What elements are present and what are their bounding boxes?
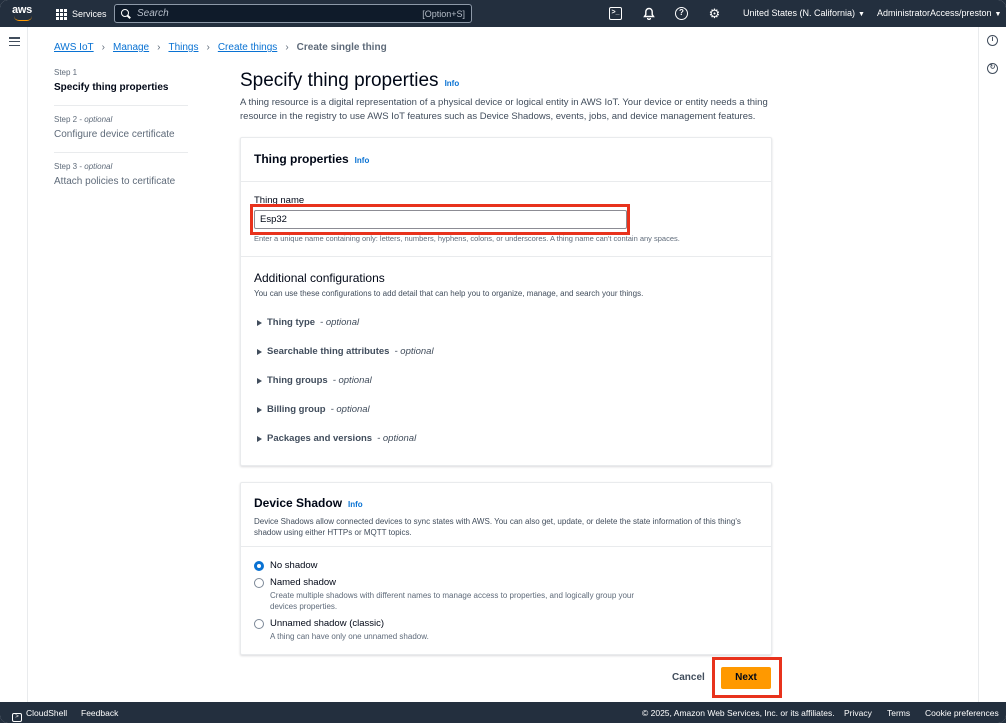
radio-selected-icon [254, 561, 264, 571]
aws-smile-icon [14, 16, 32, 21]
wizard-step-2[interactable]: Step 2 - optional Configure device certi… [54, 115, 188, 153]
breadcrumb-aws-iot[interactable]: AWS IoT [54, 42, 94, 53]
radio-named-shadow[interactable]: Named shadow Create multiple shadows wit… [254, 577, 640, 612]
step-number: Step 3 - optional [54, 162, 113, 171]
expander-packages-versions[interactable]: Packages and versions - optional [257, 433, 416, 444]
breadcrumb: AWS IoT › Manage › Things › Create thing… [54, 42, 387, 53]
radio-unselected-icon [254, 619, 264, 629]
wizard-step-3[interactable]: Step 3 - optional Attach policies to cer… [54, 162, 188, 199]
privacy-link[interactable]: Privacy [844, 708, 872, 718]
feedback-link[interactable]: Feedback [81, 708, 118, 718]
caret-right-icon [257, 406, 262, 413]
wizard-steps: Step 1 Specify thing properties Step 2 -… [54, 68, 188, 208]
breadcrumb-create-things[interactable]: Create things [218, 42, 277, 53]
panel-header: Thing properties Info [241, 138, 771, 182]
caret-right-icon [257, 377, 262, 384]
divider [241, 256, 771, 257]
top-navigation: aws Services Search [Option+S] >_ ? ⚙ Un… [0, 0, 1006, 27]
panel-title: Device Shadow Info [254, 496, 363, 510]
expander-thing-groups[interactable]: Thing groups - optional [257, 375, 372, 386]
aws-logo-text: aws [12, 4, 32, 16]
radio-unselected-icon [254, 578, 264, 588]
step-title: Attach policies to certificate [54, 176, 176, 187]
device-shadow-description: Device Shadows allow connected devices t… [254, 517, 741, 537]
terms-link[interactable]: Terms [887, 708, 910, 718]
info-link[interactable]: Info [445, 79, 460, 88]
device-shadow-panel: Device Shadow Info Device Shadows allow … [240, 482, 772, 655]
caret-down-icon: ▼ [858, 11, 865, 18]
left-rail [0, 27, 28, 702]
chevron-right-icon: › [285, 42, 289, 53]
cloudshell-button[interactable]: > CloudShell [12, 708, 67, 722]
caret-right-icon [257, 348, 262, 355]
region-label: United States (N. California) [743, 8, 856, 18]
info-link[interactable]: Info [348, 500, 363, 509]
info-link[interactable]: Info [355, 156, 370, 165]
bell-icon[interactable] [642, 7, 655, 20]
step-title: Specify thing properties [54, 82, 169, 93]
radio-description: A thing can have only one unnamed shadow… [270, 632, 429, 641]
step-number: Step 2 - optional [54, 115, 113, 124]
region-selector[interactable]: United States (N. California) ▼ [743, 8, 865, 18]
breadcrumb-current: Create single thing [296, 42, 387, 53]
info-panel-icon[interactable]: i [987, 35, 998, 46]
thing-name-label: Thing name [254, 195, 305, 206]
right-rail: i ↻ [978, 27, 1006, 702]
thing-name-input[interactable]: Esp32 [254, 210, 627, 229]
grid-icon [56, 8, 67, 20]
additional-configurations-title: Additional configurations [254, 271, 385, 285]
cloudshell-icon[interactable]: >_ [609, 7, 622, 20]
thing-name-hint: Enter a unique name containing only: let… [254, 234, 680, 243]
cookie-preferences-link[interactable]: Cookie preferences [925, 708, 999, 718]
page-title: Specify thing properties Info [240, 70, 459, 92]
wizard-step-1[interactable]: Step 1 Specify thing properties [54, 68, 188, 106]
radio-unnamed-shadow[interactable]: Unnamed shadow (classic) A thing can hav… [254, 618, 640, 642]
radio-label: No shadow [270, 560, 318, 571]
page-description: A thing resource is a digital representa… [240, 97, 768, 122]
expander-billing-group[interactable]: Billing group - optional [257, 404, 370, 415]
chevron-right-icon: › [206, 42, 210, 53]
radio-no-shadow[interactable]: No shadow [254, 560, 318, 571]
cancel-button[interactable]: Cancel [672, 672, 705, 683]
expander-thing-type[interactable]: Thing type - optional [257, 317, 359, 328]
account-menu[interactable]: AdministratorAccess/preston ▼ [877, 8, 1001, 18]
caret-right-icon [257, 435, 262, 442]
expander-searchable-attributes[interactable]: Searchable thing attributes - optional [257, 346, 434, 357]
history-icon[interactable]: ↻ [987, 63, 998, 74]
search-icon [121, 8, 131, 19]
account-label: AdministratorAccess/preston [877, 8, 992, 18]
gear-icon[interactable]: ⚙ [708, 7, 721, 20]
chevron-right-icon: › [157, 42, 161, 53]
aws-logo[interactable]: aws [12, 4, 36, 22]
hamburger-menu-icon[interactable] [9, 37, 20, 47]
chevron-right-icon: › [101, 42, 105, 53]
step-number: Step 1 [54, 68, 78, 77]
breadcrumb-things[interactable]: Things [168, 42, 198, 53]
caret-down-icon: ▼ [994, 11, 1002, 18]
radio-description: Create multiple shadows with different n… [270, 591, 635, 611]
additional-configurations-desc: You can use these configurations to add … [254, 289, 644, 298]
console-window: aws Services Search [Option+S] >_ ? ⚙ Un… [0, 0, 1006, 723]
search-input[interactable]: Search [Option+S] [114, 4, 472, 23]
panel-header: Device Shadow Info Device Shadows allow … [241, 483, 771, 547]
search-placeholder: Search [137, 8, 169, 19]
terminal-icon: > [12, 713, 22, 722]
services-label: Services [72, 9, 107, 19]
thing-properties-panel: Thing properties Info Thing name Esp32 E… [240, 137, 772, 466]
caret-right-icon [257, 319, 262, 326]
breadcrumb-manage[interactable]: Manage [113, 42, 149, 53]
help-icon[interactable]: ? [675, 7, 688, 20]
step-title: Configure device certificate [54, 129, 175, 140]
next-button[interactable]: Next [721, 667, 771, 689]
panel-title: Thing properties Info [254, 152, 370, 166]
radio-label: Unnamed shadow (classic) [270, 618, 385, 629]
page-title-text: Specify thing properties [240, 70, 439, 91]
radio-label: Named shadow [270, 577, 337, 588]
search-shortcut: [Option+S] [422, 8, 465, 19]
services-menu[interactable]: Services [56, 7, 107, 21]
footer-bar: > CloudShell Feedback © 2025, Amazon Web … [0, 702, 1006, 723]
copyright-text: © 2025, Amazon Web Services, Inc. or its… [642, 708, 835, 718]
